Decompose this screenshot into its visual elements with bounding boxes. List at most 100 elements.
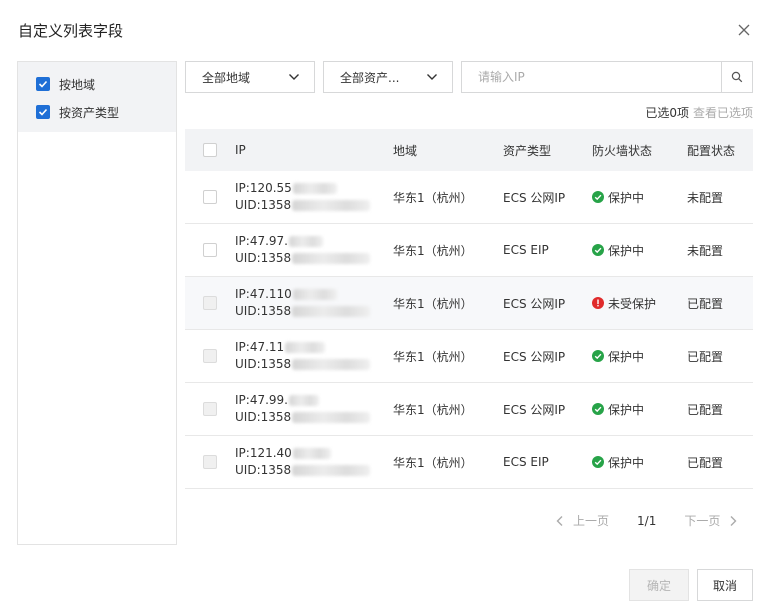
masked-value [292, 306, 371, 317]
next-page-label: 下一页 [684, 514, 721, 528]
close-icon[interactable] [736, 22, 752, 38]
row-config-status: 已配置 [687, 455, 724, 470]
header-asset-type: 资产类型 [503, 143, 552, 158]
region-select[interactable]: 全部地域 [185, 61, 315, 93]
row-firewall-status: 保护中 [608, 243, 645, 258]
row-asset-type: ECS 公网IP [503, 349, 566, 364]
confirm-button[interactable]: 确定 [629, 569, 689, 601]
select-all-checkbox[interactable] [203, 143, 217, 157]
masked-value [292, 253, 371, 264]
option-label: 按资产类型 [59, 105, 120, 120]
selection-summary: 已选0项 查看已选项 [645, 104, 753, 121]
masked-value [289, 236, 323, 247]
row-asset-type: ECS EIP [503, 243, 549, 257]
row-ip: IP:47.97. [235, 234, 288, 248]
table-row: IP:47.110 UID:1358 华东1（杭州） ECS 公网IP 未受保护… [185, 277, 753, 330]
row-region: 华东1（杭州） [393, 455, 473, 470]
table-header: IP 地域 资产类型 防火墙状态 配置状态 [185, 129, 753, 171]
pagination: 上一页 1/1 下一页 [555, 512, 753, 529]
masked-value [292, 183, 337, 194]
row-ip: IP:47.110 [235, 287, 292, 301]
option-by-asset-type[interactable]: 按资产类型 [18, 98, 176, 126]
masked-value [292, 465, 371, 476]
asset-table: IP 地域 资产类型 防火墙状态 配置状态 IP:120.55 UID:1358… [185, 129, 753, 489]
view-selected-link[interactable]: 查看已选项 [693, 106, 753, 120]
table-row: IP:47.11 UID:1358 华东1（杭州） ECS 公网IP 保护中 已… [185, 330, 753, 383]
row-firewall-status: 保护中 [608, 402, 645, 417]
row-checkbox[interactable] [203, 190, 217, 204]
next-page-button[interactable]: 下一页 [684, 512, 738, 529]
masked-value [285, 342, 326, 353]
row-checkbox[interactable] [203, 243, 217, 257]
row-checkbox[interactable] [203, 402, 217, 416]
row-region: 华东1（杭州） [393, 243, 473, 258]
header-firewall: 防火墙状态 [592, 143, 653, 158]
checkbox-checked-icon[interactable] [36, 105, 50, 119]
row-asset-type: ECS 公网IP [503, 190, 566, 205]
table-row: IP:47.97. UID:1358 华东1（杭州） ECS EIP 保护中 未… [185, 224, 753, 277]
table-row: IP:47.99. UID:1358 华东1（杭州） ECS 公网IP 保护中 … [185, 383, 753, 436]
search-button[interactable] [721, 62, 752, 92]
row-asset-type: ECS 公网IP [503, 296, 566, 311]
row-uid: UID:1358 [235, 410, 292, 424]
check-circle-icon [592, 456, 604, 468]
option-by-region[interactable]: 按地域 [18, 70, 176, 98]
row-ip: IP:47.99. [235, 393, 288, 407]
chevron-down-icon [289, 74, 299, 80]
row-region: 华东1（杭州） [393, 349, 473, 364]
row-asset-type: ECS EIP [503, 455, 549, 469]
row-config-status: 未配置 [687, 190, 724, 205]
search-icon [731, 71, 743, 83]
row-firewall-status: 保护中 [608, 190, 645, 205]
row-firewall-status: 未受保护 [608, 296, 657, 311]
checkbox-checked-icon[interactable] [36, 77, 50, 91]
cancel-button[interactable]: 取消 [697, 569, 753, 601]
row-checkbox[interactable] [203, 455, 217, 469]
row-region: 华东1（杭州） [393, 190, 473, 205]
masked-value [292, 412, 371, 423]
check-circle-icon [592, 350, 604, 362]
left-panel: 按地域 按资产类型 [17, 61, 177, 545]
masked-value [292, 289, 337, 300]
chevron-left-icon [556, 515, 563, 526]
chevron-right-icon [730, 515, 737, 526]
asset-type-select-value: 全部资产... [340, 70, 400, 85]
search-box [461, 61, 753, 93]
row-ip: IP:47.11 [235, 340, 285, 354]
selected-count: 已选0项 [645, 106, 689, 120]
page-indicator: 1/1 [637, 513, 657, 528]
row-checkbox[interactable] [203, 349, 217, 363]
row-ip: IP:120.55 [235, 181, 292, 195]
asset-type-select[interactable]: 全部资产... [323, 61, 453, 93]
check-circle-icon [592, 403, 604, 415]
masked-value [292, 200, 371, 211]
search-input[interactable] [462, 62, 721, 92]
row-checkbox[interactable] [203, 296, 217, 310]
prev-page-button[interactable]: 上一页 [555, 512, 609, 529]
check-circle-icon [592, 191, 604, 203]
row-uid: UID:1358 [235, 304, 292, 318]
dialog-title: 自定义列表字段 [18, 22, 124, 40]
prev-page-label: 上一页 [573, 514, 610, 528]
row-firewall-status: 保护中 [608, 349, 645, 364]
header-config: 配置状态 [687, 143, 736, 158]
left-options: 按地域 按资产类型 [18, 62, 176, 132]
row-config-status: 未配置 [687, 243, 724, 258]
masked-value [292, 359, 371, 370]
error-circle-icon [592, 297, 604, 309]
row-asset-type: ECS 公网IP [503, 402, 566, 417]
chevron-down-icon [427, 74, 437, 80]
header-ip: IP [235, 143, 246, 157]
region-select-value: 全部地域 [202, 70, 251, 85]
row-firewall-status: 保护中 [608, 455, 645, 470]
table-row: IP:121.40 UID:1358 华东1（杭州） ECS EIP 保护中 已… [185, 436, 753, 489]
row-ip: IP:121.40 [235, 446, 292, 460]
row-uid: UID:1358 [235, 463, 292, 477]
masked-value [289, 395, 319, 406]
row-uid: UID:1358 [235, 251, 292, 265]
row-config-status: 已配置 [687, 402, 724, 417]
row-uid: UID:1358 [235, 198, 292, 212]
masked-value [292, 448, 331, 459]
table-row: IP:120.55 UID:1358 华东1（杭州） ECS 公网IP 保护中 … [185, 171, 753, 224]
header-region: 地域 [393, 143, 418, 158]
